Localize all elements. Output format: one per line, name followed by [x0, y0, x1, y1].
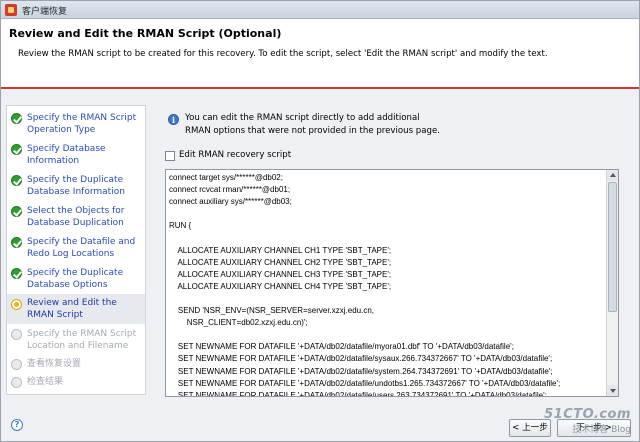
step-label: Review and Edit the RMAN Script [27, 298, 117, 320]
step-check-results: 检查结果 [7, 374, 145, 390]
rman-script-textarea[interactable]: connect target sys/******@db02; connect r… [165, 169, 619, 397]
step-review-edit-rman-script[interactable]: Review and Edit the RMAN Script [7, 294, 145, 324]
step-label: Select the Objects for Database Duplicat… [27, 206, 125, 228]
check-icon [11, 206, 22, 217]
check-icon [11, 113, 22, 124]
main-content: i You can edit the RMAN script directly … [161, 105, 631, 397]
pending-step-icon [11, 377, 22, 388]
check-icon [11, 268, 22, 279]
step-label: Specify the Datafile and Redo Log Locati… [27, 237, 136, 259]
info-icon: i [168, 114, 179, 125]
script-line: ALLOCATE AUXILIARY CHANNEL CH3 TYPE 'SBT… [169, 269, 392, 279]
step-label: Specify the RMAN Script Operation Type [27, 113, 137, 135]
window-title: 客户端恢复 [22, 7, 68, 17]
script-line: SET NEWNAME FOR DATAFILE '+DATA/db02/dat… [169, 342, 514, 352]
script-line [169, 208, 605, 220]
check-icon [11, 175, 22, 186]
check-icon [11, 237, 22, 248]
script-line: SEND 'NSR_ENV=(NSR_SERVER=server.xzxj.ed… [169, 306, 375, 316]
step-database-information[interactable]: Specify Database Information [7, 141, 145, 169]
script-line [169, 293, 605, 305]
check-icon [11, 144, 22, 155]
page-header: Review and Edit the RMAN Script (Optiona… [1, 19, 639, 89]
step-label: Specify the Duplicate Database Options [27, 268, 124, 290]
scroll-down-arrow-icon[interactable] [607, 385, 618, 396]
script-line: SET NEWNAME FOR DATAFILE '+DATA/db02/dat… [169, 354, 553, 364]
pending-step-icon [11, 359, 22, 370]
edit-script-checkbox[interactable] [165, 151, 175, 161]
script-line [169, 232, 605, 244]
script-line: SET NEWNAME FOR DATAFILE '+DATA/db02/dat… [169, 378, 561, 388]
script-line: connect target sys/******@db02; [169, 173, 283, 182]
script-vertical-scrollbar[interactable] [606, 170, 618, 396]
script-line: connect auxiliary sys/******@db03; [169, 197, 292, 207]
script-line: SET NEWNAME FOR DATAFILE '+DATA/db02/dat… [169, 390, 547, 396]
next-button[interactable]: 下一步 > [557, 419, 631, 437]
wizard-footer: ? < 上一步 下一步 > [1, 411, 639, 441]
script-line: SET NEWNAME FOR DATAFILE '+DATA/db02/dat… [169, 366, 553, 376]
script-line: ALLOCATE AUXILIARY CHANNEL CH4 TYPE 'SBT… [169, 281, 392, 291]
help-icon[interactable]: ? [11, 419, 23, 431]
step-duplicate-database-information[interactable]: Specify the Duplicate Database Informati… [7, 172, 145, 200]
page-description: Review the RMAN script to be created for… [18, 49, 548, 59]
wizard-steps-sidebar: Specify the RMAN Script Operation Type S… [6, 105, 146, 395]
step-rman-script-location: Specify the RMAN Script Location and Fil… [7, 326, 145, 354]
scroll-thumb[interactable] [608, 182, 617, 312]
script-line: RUN { [169, 221, 192, 231]
pending-step-icon [11, 329, 22, 340]
current-step-icon [11, 299, 22, 310]
script-line: ALLOCATE AUXILIARY CHANNEL CH1 TYPE 'SBT… [169, 245, 392, 255]
script-line: connect rcvcat rman/******@db01; [169, 185, 291, 195]
step-label: 检查结果 [27, 377, 64, 387]
script-line: ALLOCATE AUXILIARY CHANNEL CH2 TYPE 'SBT… [169, 257, 392, 267]
step-label: Specify the Duplicate Database Informati… [27, 175, 125, 197]
back-button[interactable]: < 上一步 [509, 419, 551, 437]
step-label: 查看恢复设置 [27, 359, 82, 369]
title-bar: 客户端恢复 [1, 1, 639, 19]
step-label: Specify Database Information [27, 144, 106, 166]
step-rman-script-operation-type[interactable]: Specify the RMAN Script Operation Type [7, 110, 145, 138]
step-duplicate-database-options[interactable]: Specify the Duplicate Database Options [7, 265, 145, 293]
info-message: You can edit the RMAN script directly to… [185, 113, 441, 136]
edit-script-checkbox-label[interactable]: Edit RMAN recovery script [179, 150, 291, 160]
page-title: Review and Edit the RMAN Script (Optiona… [9, 27, 282, 40]
step-view-restore-settings: 查看恢复设置 [7, 356, 145, 372]
script-line [169, 329, 605, 341]
rman-script-text[interactable]: connect target sys/******@db02; connect r… [169, 172, 605, 396]
step-label: Specify the RMAN Script Location and Fil… [27, 329, 137, 351]
step-datafile-redo-log-locations[interactable]: Specify the Datafile and Redo Log Locati… [7, 234, 145, 262]
app-icon [5, 4, 17, 16]
scroll-up-arrow-icon[interactable] [607, 170, 618, 181]
step-objects-for-duplication[interactable]: Select the Objects for Database Duplicat… [7, 203, 145, 231]
script-line: NSR_CLIENT=db02.xzxj.edu.cn)'; [169, 318, 308, 328]
restore-wizard-window: 客户端恢复 Review and Edit the RMAN Script (O… [0, 0, 640, 442]
